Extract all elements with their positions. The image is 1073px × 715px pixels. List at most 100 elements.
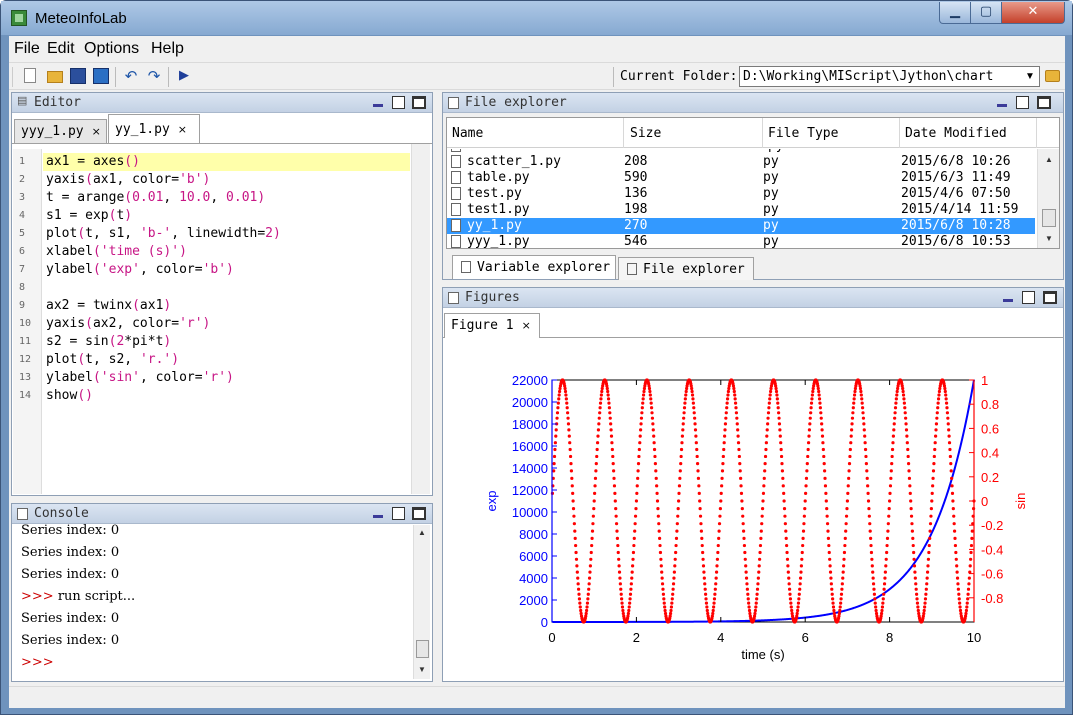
sin-series-point xyxy=(777,411,781,415)
sin-series-point xyxy=(867,507,871,511)
figure-canvas[interactable]: 0 2 4 6 8 10 time (s) 0 2000 4000 6000 8000 10000 120… xyxy=(443,338,1063,681)
sin-series-point xyxy=(935,411,939,415)
scroll-down-icon[interactable]: ▼ xyxy=(1043,234,1055,243)
sin-series-point xyxy=(866,491,870,495)
sin-series-point xyxy=(613,491,617,495)
table-row[interactable]: yyy_1.py 546 py 2015/6/8 10:53 xyxy=(447,234,1035,248)
sin-series-point xyxy=(847,469,851,473)
sin-series-point xyxy=(901,386,905,391)
tab-file-explorer[interactable]: File explorer xyxy=(618,257,754,280)
sin-series-point xyxy=(887,514,891,518)
minimize-panel-icon[interactable] xyxy=(1003,299,1013,302)
table-row[interactable]: table.py 590 py 2015/6/3 11:49 xyxy=(447,170,1035,186)
table-row[interactable]: test1.py 198 py 2015/4/14 11:59 xyxy=(447,202,1035,218)
table-row[interactable]: scatter_1.py 208 py 2015/6/8 10:26 xyxy=(447,154,1035,170)
tab-variable-explorer[interactable]: Variable explorer xyxy=(452,255,616,279)
sin-series-point xyxy=(698,507,702,511)
sin-series-point xyxy=(860,401,864,405)
new-file-icon[interactable] xyxy=(24,68,36,83)
minimize-button[interactable]: ▁ xyxy=(939,2,971,24)
sin-series-point xyxy=(677,491,681,495)
sin-series-point xyxy=(874,605,878,609)
sin-series-point xyxy=(949,462,953,466)
sin-series-point xyxy=(638,434,642,438)
sin-series-point xyxy=(804,476,809,480)
minimize-panel-icon[interactable] xyxy=(373,104,383,107)
scroll-up-icon[interactable]: ▲ xyxy=(1043,155,1055,164)
sin-series-point xyxy=(850,416,855,420)
sin-series-point xyxy=(936,397,941,401)
sin-series-point xyxy=(575,564,579,568)
sin-series-point xyxy=(806,441,811,445)
left-tick-label: 12000 xyxy=(512,483,548,498)
sin-series-point xyxy=(827,543,831,548)
open-folder-icon[interactable] xyxy=(47,71,63,83)
sin-series-point xyxy=(579,608,583,613)
table-row[interactable]: yy_1.py 270 py 2015/6/8 10:28 xyxy=(447,218,1035,234)
sin-series-point xyxy=(717,536,721,540)
file-table-scrollbar[interactable]: ▲ ▼ xyxy=(1037,149,1059,248)
sin-series-point xyxy=(609,422,613,426)
float-panel-icon[interactable] xyxy=(1016,96,1029,109)
run-icon[interactable]: ▶ xyxy=(176,68,192,84)
sin-series-point xyxy=(817,397,822,401)
menu-options[interactable]: Options xyxy=(84,40,139,58)
sin-series-point xyxy=(915,592,919,596)
sin-series-point xyxy=(911,543,915,548)
maximize-panel-icon[interactable] xyxy=(412,507,426,520)
scroll-thumb[interactable] xyxy=(416,640,429,658)
close-tab-icon[interactable]: × xyxy=(522,319,531,332)
maximize-button[interactable]: ▢ xyxy=(970,2,1002,24)
tab-figure-1[interactable]: Figure 1 × xyxy=(444,313,540,338)
sin-series-point xyxy=(801,543,805,548)
maximize-panel-icon[interactable] xyxy=(1037,96,1051,109)
sin-series-point xyxy=(944,393,948,397)
sin-series-point xyxy=(737,447,741,452)
close-button[interactable]: ✕ xyxy=(1001,2,1065,24)
chevron-down-icon[interactable]: ▼ xyxy=(1021,67,1039,86)
col-size[interactable]: Size xyxy=(630,126,661,141)
current-folder-label: Current Folder: xyxy=(620,69,738,84)
close-tab-icon[interactable]: × xyxy=(92,125,101,138)
editor-scrollbar[interactable] xyxy=(411,144,430,494)
scroll-thumb[interactable] xyxy=(1042,209,1056,227)
sin-series-point xyxy=(931,484,935,488)
menu-edit[interactable]: Edit xyxy=(47,40,75,58)
menu-help[interactable]: Help xyxy=(151,40,184,58)
col-date-modified[interactable]: Date Modified xyxy=(905,126,1007,141)
table-row[interactable]: test.py 136 py 2015/4/6 07:50 xyxy=(447,186,1035,202)
redo-icon[interactable]: ↷ xyxy=(146,68,162,84)
sin-series-point xyxy=(890,462,894,466)
save-as-icon[interactable] xyxy=(93,68,109,84)
save-icon[interactable] xyxy=(70,68,86,84)
sin-series-point xyxy=(661,592,666,596)
tab-yy-1[interactable]: yy_1.py × xyxy=(108,114,200,143)
float-panel-icon[interactable] xyxy=(392,96,405,109)
sin-series-point xyxy=(569,462,573,466)
float-panel-icon[interactable] xyxy=(392,507,405,520)
tab-yyy-1[interactable]: yyy_1.py × xyxy=(14,119,107,143)
minimize-panel-icon[interactable] xyxy=(373,515,383,518)
sin-series-point xyxy=(952,514,956,518)
browse-folder-icon[interactable] xyxy=(1045,70,1060,82)
menu-file[interactable]: File xyxy=(14,40,40,58)
float-panel-icon[interactable] xyxy=(1022,291,1035,304)
sin-series-point xyxy=(884,564,888,568)
maximize-panel-icon[interactable] xyxy=(412,96,426,109)
current-folder-field[interactable]: D:\Working\MIScript\Jython\chart xyxy=(739,66,1040,87)
undo-icon[interactable]: ↶ xyxy=(123,68,139,84)
col-name[interactable]: Name xyxy=(452,126,483,141)
close-tab-icon[interactable]: × xyxy=(178,123,187,136)
sin-series-point xyxy=(585,601,590,605)
sin-series-point xyxy=(863,441,867,445)
sin-series-point xyxy=(800,557,804,561)
scroll-down-icon[interactable]: ▼ xyxy=(416,665,428,674)
sin-series-point xyxy=(798,582,802,586)
console-scrollbar[interactable]: ▲ ▼ xyxy=(413,525,430,679)
col-file-type[interactable]: File Type xyxy=(768,126,838,141)
sin-series-point xyxy=(658,550,663,555)
minimize-panel-icon[interactable] xyxy=(997,104,1007,107)
maximize-panel-icon[interactable] xyxy=(1043,291,1057,304)
scroll-up-icon[interactable]: ▲ xyxy=(416,528,428,537)
sin-series-point xyxy=(830,587,834,591)
